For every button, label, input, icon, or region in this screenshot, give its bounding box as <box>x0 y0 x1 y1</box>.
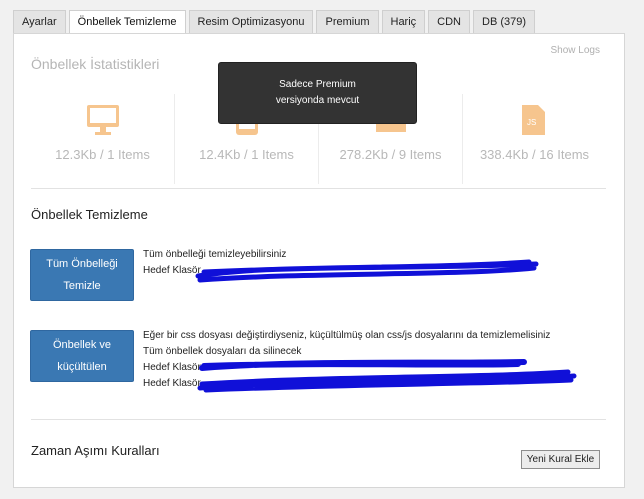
stat-js: JS 338.4Kb / 16 Items <box>462 94 606 184</box>
tab-premium[interactable]: Premium <box>316 10 379 33</box>
stat-value: 12.3Kb / 1 Items <box>55 147 150 162</box>
monitor-icon <box>86 105 119 135</box>
tab-cache-clear[interactable]: Önbellek Temizleme <box>68 10 186 35</box>
tooltip-line: Sadece Premium <box>279 79 356 90</box>
tab-exclude[interactable]: Hariç <box>381 10 426 33</box>
stat-value: 278.2Kb / 9 Items <box>339 147 442 162</box>
tab-settings[interactable]: Ayarlar <box>13 10 66 33</box>
button-label: Önbellek ve <box>52 339 112 351</box>
cache-clear-title: Önbellek Temizleme <box>31 207 148 222</box>
tab-cdn[interactable]: CDN <box>428 10 471 33</box>
button-label: Temizle <box>63 280 101 292</box>
target-folder-label: Hedef Klasör <box>143 378 201 389</box>
button-label: Tüm Önbelleği <box>46 258 118 270</box>
button-label: küçültülen <box>57 361 107 373</box>
svg-text:JS: JS <box>527 118 536 127</box>
clear-all-description: Tüm önbelleği temizleyebilirsiniz Hedef … <box>143 247 286 279</box>
clear-minified-button[interactable]: Önbellek ve küçültülen <box>30 330 134 382</box>
description-line: Tüm önbelleği temizleyebilirsiniz <box>143 249 287 260</box>
tab-db[interactable]: DB (379) <box>473 10 536 33</box>
description-line: Eğer bir css dosyası değiştirdiyseniz, k… <box>143 330 551 341</box>
description-line: Tüm önbellek dosyaları da silinecek <box>143 346 302 357</box>
tab-bar: Ayarlar Önbellek Temizleme Resim Optimiz… <box>13 10 536 35</box>
target-folder-label: Hedef Klasör <box>143 265 201 276</box>
stats-title: Önbellek İstatistikleri <box>31 56 160 72</box>
timeout-rules-title: Zaman Aşımı Kuralları <box>31 443 160 458</box>
clear-minified-description: Eğer bir css dosyası değiştirdiyseniz, k… <box>143 328 550 392</box>
stat-desktop: 12.3Kb / 1 Items <box>31 94 174 184</box>
js-file-icon: JS <box>521 105 545 135</box>
premium-tooltip: Sadece Premium versiyonda mevcut <box>218 62 417 124</box>
divider <box>31 419 606 420</box>
stat-value: 338.4Kb / 16 Items <box>479 147 590 162</box>
target-folder-label: Hedef Klasör <box>143 362 201 373</box>
show-logs-link[interactable]: Show Logs <box>551 45 600 56</box>
clear-all-cache-button[interactable]: Tüm Önbelleği Temizle <box>30 249 134 301</box>
stat-value: 12.4Kb / 1 Items <box>199 147 294 162</box>
add-rule-button[interactable]: Yeni Kural Ekle <box>521 450 600 469</box>
divider <box>31 188 606 189</box>
tooltip-line: versiyonda mevcut <box>275 95 360 106</box>
tab-image-optimization[interactable]: Resim Optimizasyonu <box>188 10 314 33</box>
